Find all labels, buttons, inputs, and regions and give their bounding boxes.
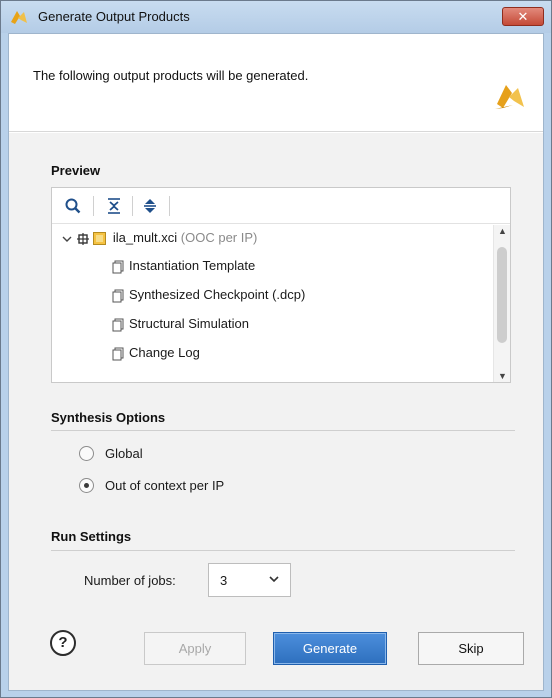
file-icon: [112, 318, 124, 332]
header-message: The following output products will be ge…: [33, 68, 309, 83]
tree-item-label: Change Log: [129, 345, 200, 360]
vertical-scrollbar[interactable]: ▲ ▼: [493, 225, 510, 382]
radio-label: Out of context per IP: [105, 478, 225, 493]
tree-item-label: Instantiation Template: [129, 258, 256, 273]
dialog-client: The following output products will be ge…: [8, 33, 544, 691]
radio-out-of-context[interactable]: Out of context per IP: [79, 476, 329, 496]
tree-item-label: Structural Simulation: [129, 316, 249, 331]
file-icon: [112, 260, 124, 274]
preview-toolbar: [52, 188, 510, 224]
generate-button[interactable]: Generate: [273, 632, 387, 665]
synthesis-options-title: Synthesis Options: [51, 410, 166, 425]
section-divider: [51, 430, 515, 431]
tree-item[interactable]: Structural Simulation: [111, 312, 249, 336]
apply-button[interactable]: Apply: [144, 632, 246, 665]
dialog-body: Preview ila_mult.xci (OOC per IP) Instan…: [9, 133, 543, 690]
skip-button[interactable]: Skip: [418, 632, 524, 665]
vivado-logo-icon: [10, 11, 27, 25]
window-title: Generate Output Products: [38, 9, 190, 24]
chevron-down-icon[interactable]: [267, 572, 281, 586]
ip-core-icon: [76, 232, 89, 245]
run-settings-title: Run Settings: [51, 529, 132, 544]
collapse-all-icon[interactable]: [105, 197, 123, 215]
vivado-logo-icon: [495, 85, 524, 109]
file-icon: [112, 347, 124, 361]
chevron-down-icon[interactable]: [62, 234, 72, 244]
scroll-down-icon[interactable]: ▼: [498, 371, 507, 381]
tree-root-row[interactable]: ila_mult.xci (OOC per IP): [62, 226, 257, 250]
tree-item[interactable]: Synthesized Checkpoint (.dcp): [111, 283, 305, 307]
tree-root-name: ila_mult.xci: [112, 230, 178, 245]
dialog-window: Generate Output Products ✕ The following…: [0, 0, 552, 698]
tree-item-label: Synthesized Checkpoint (.dcp): [129, 287, 306, 302]
scroll-thumb[interactable]: [497, 247, 507, 343]
help-button[interactable]: ?: [50, 630, 76, 656]
tree-item[interactable]: Change Log: [111, 341, 200, 365]
toolbar-separator: [132, 196, 133, 216]
radio-global[interactable]: Global: [79, 444, 279, 464]
output-products-tree: ila_mult.xci (OOC per IP) Instantiation …: [52, 225, 492, 382]
file-icon: [112, 289, 124, 303]
section-divider: [51, 550, 515, 551]
header-area: The following output products will be ge…: [9, 34, 543, 132]
radio-button[interactable]: [79, 446, 94, 461]
jobs-select[interactable]: 3: [208, 563, 291, 597]
tree-item[interactable]: Instantiation Template: [111, 254, 255, 278]
toolbar-separator: [169, 196, 170, 216]
jobs-value: 3: [220, 573, 228, 588]
xci-file-icon: [93, 232, 107, 246]
expand-all-icon[interactable]: [141, 197, 159, 215]
preview-title: Preview: [51, 163, 101, 178]
tree-root-note: (OOC per IP): [180, 230, 258, 245]
close-button[interactable]: ✕: [502, 7, 544, 26]
radio-label: Global: [105, 446, 143, 461]
title-bar[interactable]: Generate Output Products ✕: [1, 1, 551, 33]
scroll-up-icon[interactable]: ▲: [498, 226, 507, 236]
radio-button[interactable]: [79, 478, 94, 493]
search-icon[interactable]: [64, 197, 82, 215]
preview-panel: ila_mult.xci (OOC per IP) Instantiation …: [51, 187, 511, 383]
jobs-label: Number of jobs:: [84, 573, 176, 588]
toolbar-separator: [93, 196, 94, 216]
